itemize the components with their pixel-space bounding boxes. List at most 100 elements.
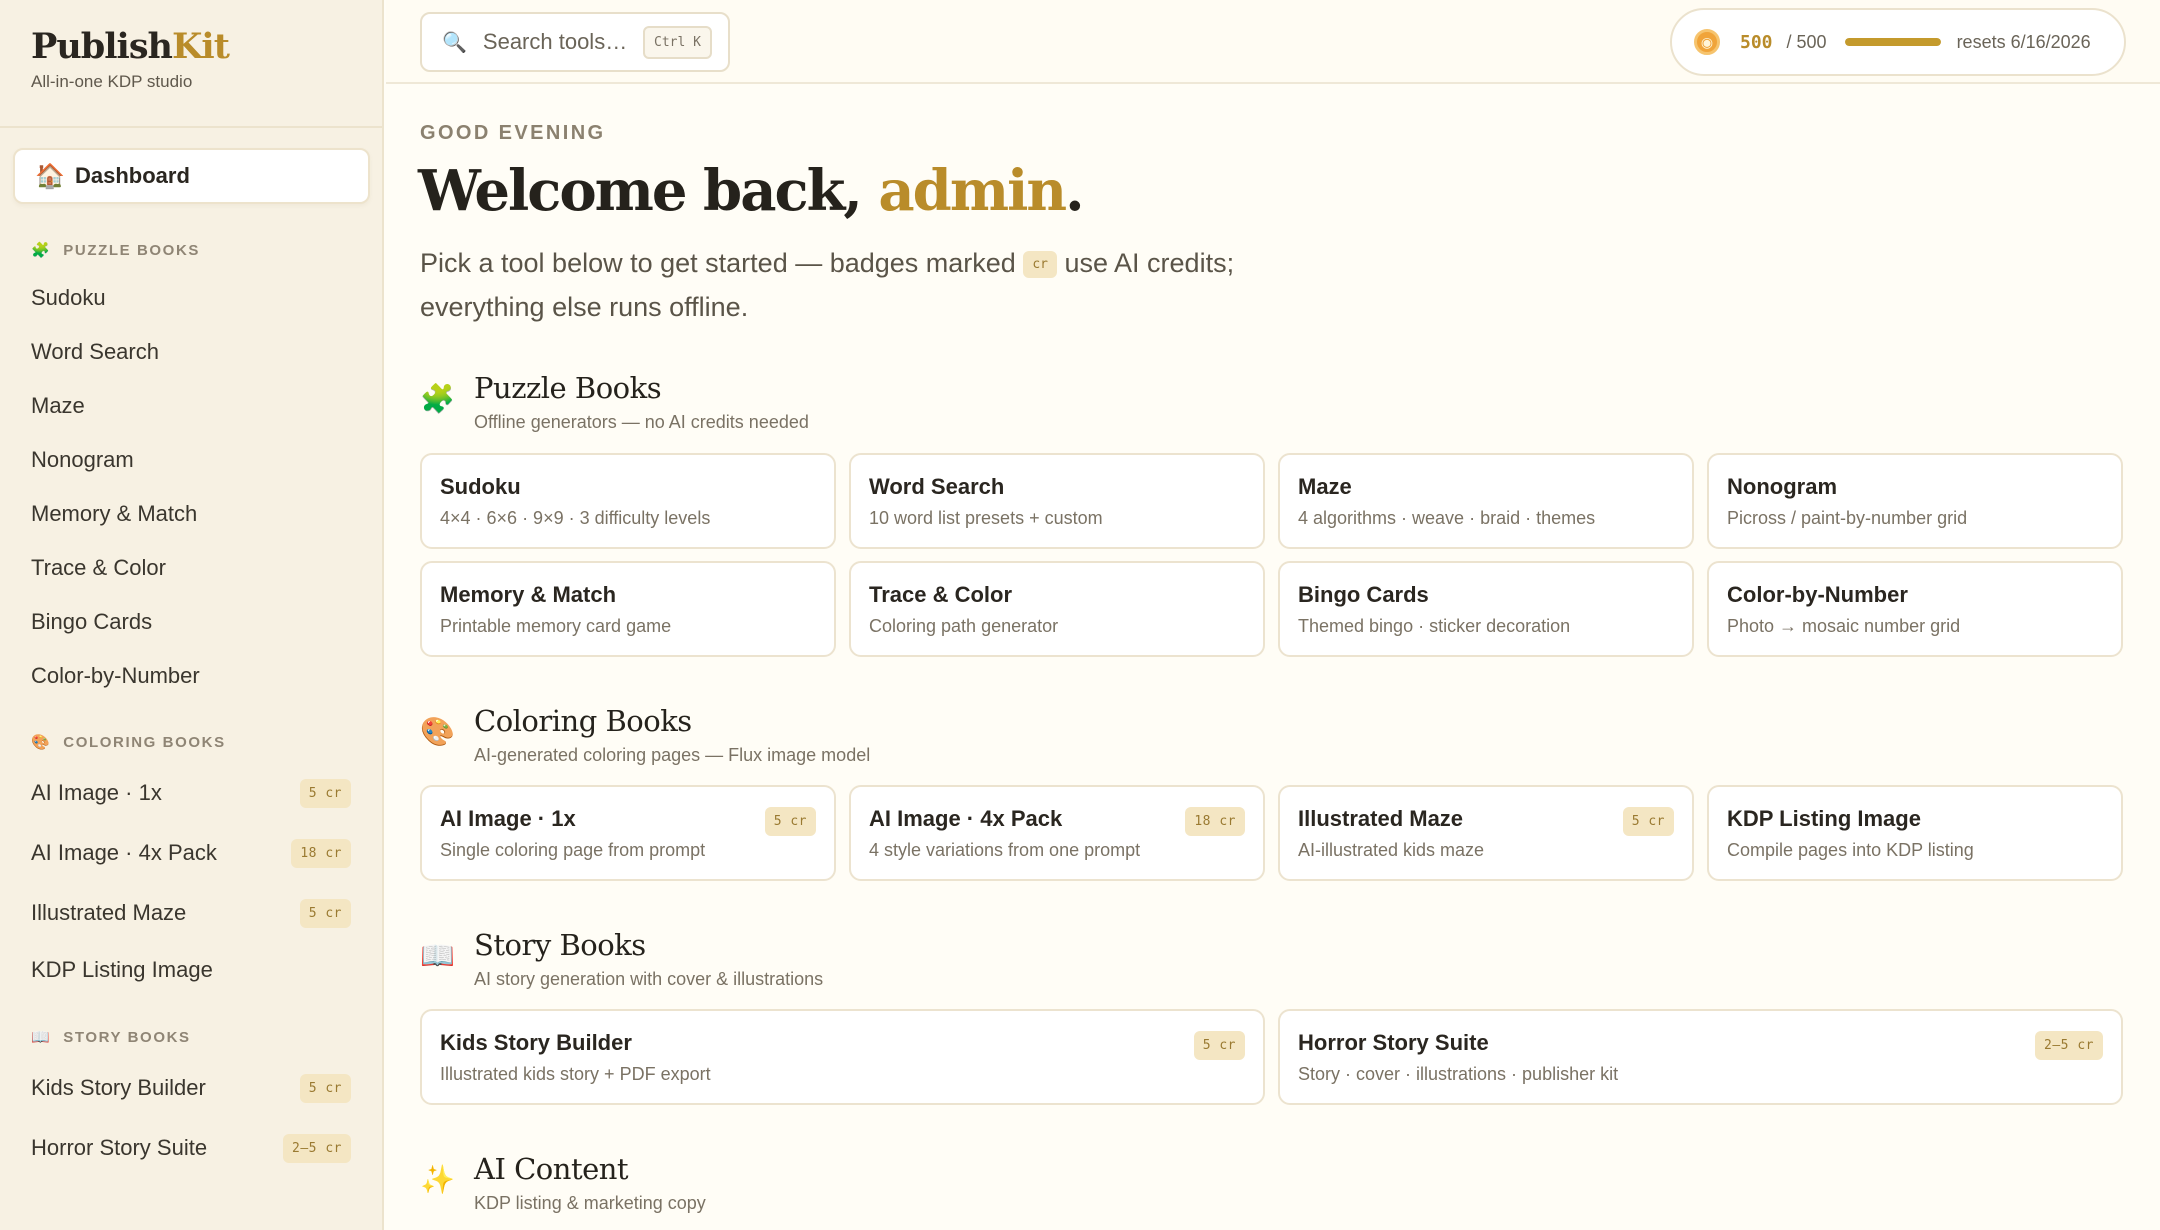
- tool-card-desc: Printable memory card game: [440, 616, 672, 636]
- tool-card-title: Trace & Color: [869, 582, 1013, 607]
- tool-card-title: Kids Story Builder: [440, 1030, 632, 1055]
- sidebar-item-kids-story-builder[interactable]: Kids Story Builder 5 cr: [31, 1068, 351, 1108]
- sidebar-item-nonogram[interactable]: Nonogram: [31, 440, 351, 480]
- credits-meter[interactable]: ◉ 500 / 500 resets 6/16/2026: [1670, 8, 2126, 76]
- tool-card-desc: 4 algorithms · weave · braid · themes: [1298, 508, 1596, 528]
- credit-badge: 18 cr: [1185, 807, 1245, 836]
- tool-card-desc: Illustrated kids story + PDF export: [440, 1064, 711, 1084]
- tool-card-title: Word Search: [869, 474, 1005, 499]
- section-title: Story Books: [474, 928, 646, 962]
- sidebar-item-word-search[interactable]: Word Search: [31, 332, 351, 372]
- sidebar-item-bingo-cards[interactable]: Bingo Cards: [31, 602, 351, 642]
- tool-card-desc: Picross / paint-by-number grid: [1727, 508, 1968, 528]
- sidebar-item-label: Bingo Cards: [31, 609, 153, 634]
- search-icon: 🔍: [442, 31, 467, 54]
- coin-icon: ◉: [1694, 29, 1720, 55]
- brand: PublishKit All-in-one KDP studio: [0, 0, 382, 128]
- sidebar-item-label: Memory & Match: [31, 501, 198, 526]
- tool-card-desc: Story · cover · illustrations · publishe…: [1298, 1064, 1619, 1084]
- tool-card-horror-story-suite[interactable]: Horror Story Suite Story · cover · illust…: [1278, 1009, 2123, 1105]
- credits-progress-bar: [1844, 38, 1941, 46]
- sidebar-item-trace-color[interactable]: Trace & Color: [31, 548, 351, 588]
- puzzle-icon: 🧩: [420, 383, 455, 414]
- sparkles-icon: ✨: [420, 1164, 455, 1195]
- search-box[interactable]: 🔍 Search tools… Ctrl K: [420, 12, 730, 72]
- sidebar-section-label: COLORING BOOKS: [63, 733, 226, 751]
- sidebar-item-kdp-listing-image[interactable]: KDP Listing Image: [31, 950, 351, 990]
- tool-card-kids-story-builder[interactable]: Kids Story Builder Illustrated kids story…: [420, 1009, 1265, 1105]
- sidebar-item-label: Nonogram: [31, 447, 134, 472]
- tool-card-desc: 4 style variations from one prompt: [869, 840, 1141, 860]
- section-title: AI Content: [474, 1152, 629, 1186]
- sidebar-item-memory-match[interactable]: Memory & Match: [31, 494, 351, 534]
- sidebar-item-ai-image-4x-pack[interactable]: AI Image · 4x Pack 18 cr: [31, 833, 351, 873]
- section-title: Puzzle Books: [474, 371, 662, 405]
- credits-total: / 500: [1786, 31, 1827, 52]
- sidebar-item-sudoku[interactable]: Sudoku: [31, 278, 351, 318]
- tool-card-word-search[interactable]: Word Search 10 word list presets + custom: [849, 453, 1265, 549]
- page-title: Welcome back, admin.: [418, 158, 1085, 224]
- greeting: GOOD EVENING: [420, 122, 606, 144]
- tool-card-title: Memory & Match: [440, 582, 617, 607]
- credit-badge: 2–5 cr: [283, 1133, 351, 1163]
- sidebar-item-label: Word Search: [31, 339, 159, 364]
- tool-card-title: Maze: [1298, 474, 1352, 499]
- sidebar-item-label: Sudoku: [31, 285, 106, 310]
- credit-badge: 5 cr: [299, 898, 351, 928]
- tool-card-title: Bingo Cards: [1298, 582, 1429, 607]
- book-icon: 📖: [31, 1029, 52, 1046]
- tool-card-desc: Photo → mosaic number grid: [1727, 616, 1961, 636]
- sidebar-item-maze[interactable]: Maze: [31, 386, 351, 426]
- tool-card-kdp-listing-image[interactable]: KDP Listing Image Compile pages into KDP …: [1707, 785, 2123, 881]
- tool-card-memory-match[interactable]: Memory & Match Printable memory card game: [420, 561, 836, 657]
- tool-card-ai-image-1x[interactable]: AI Image · 1x Single coloring page from p…: [420, 785, 836, 881]
- tool-card-title: Nonogram: [1727, 474, 1837, 499]
- sidebar-item-label: Dashboard: [75, 163, 190, 188]
- sidebar-section-coloring-books: 🎨 COLORING BOOKS: [31, 733, 226, 752]
- credit-badge: 5 cr: [764, 807, 816, 836]
- tool-card-illustrated-maze[interactable]: Illustrated Maze AI-illustrated kids maze…: [1278, 785, 1694, 881]
- sidebar-item-label: Trace & Color: [31, 555, 166, 580]
- brand-name-a: Publish: [31, 26, 173, 67]
- sidebar-item-dashboard[interactable]: 🏠 Dashboard: [13, 148, 370, 204]
- tool-card-bingo-cards[interactable]: Bingo Cards Themed bingo · sticker decora…: [1278, 561, 1694, 657]
- sidebar-item-ai-image-1x[interactable]: AI Image · 1x 5 cr: [31, 773, 351, 813]
- welcome-suffix: .: [1065, 158, 1084, 224]
- sidebar-item-illustrated-maze[interactable]: Illustrated Maze 5 cr: [31, 893, 351, 933]
- tool-card-title: Sudoku: [440, 474, 521, 499]
- intro-part-a: Pick a tool below to get started — badge…: [420, 248, 1024, 278]
- credit-badge-example: cr: [1023, 250, 1057, 278]
- tool-card-nonogram[interactable]: Nonogram Picross / paint-by-number grid: [1707, 453, 2123, 549]
- sidebar-item-label: Kids Story Builder: [31, 1075, 206, 1100]
- credit-badge: 5 cr: [1193, 1031, 1245, 1060]
- palette-icon: 🎨: [420, 716, 455, 747]
- credit-badge: 5 cr: [299, 778, 351, 808]
- intro-text: Pick a tool below to get started — badge…: [420, 242, 1320, 328]
- credit-badge: 5 cr: [1622, 807, 1674, 836]
- sidebar-item-horror-story-suite[interactable]: Horror Story Suite 2–5 cr: [31, 1128, 351, 1168]
- tool-card-title: Color-by-Number: [1727, 582, 1908, 607]
- brand-logo[interactable]: PublishKit: [31, 26, 351, 68]
- tool-card-ai-image-4x-pack[interactable]: AI Image · 4x Pack 4 style variations fro…: [849, 785, 1265, 881]
- credits-reset-date: resets 6/16/2026: [1956, 31, 2091, 52]
- credit-badge: 18 cr: [291, 838, 351, 868]
- credit-badge: 2–5 cr: [2035, 1031, 2103, 1060]
- section-subtitle: KDP listing & marketing copy: [474, 1193, 706, 1213]
- puzzle-icon: 🧩: [31, 242, 52, 259]
- search-input[interactable]: Search tools…: [483, 29, 643, 55]
- tool-card-desc: Compile pages into KDP listing: [1727, 840, 1974, 860]
- tool-card-desc: Single coloring page from prompt: [440, 840, 706, 860]
- tool-card-sudoku[interactable]: Sudoku 4×4 · 6×6 · 9×9 · 3 difficulty lev…: [420, 453, 836, 549]
- section-subtitle: Offline generators — no AI credits neede…: [474, 412, 809, 432]
- tool-card-color-by-number[interactable]: Color-by-Number Photo → mosaic number gri…: [1707, 561, 2123, 657]
- credit-badge: 5 cr: [299, 1073, 351, 1103]
- tool-card-trace-color[interactable]: Trace & Color Coloring path generator: [849, 561, 1265, 657]
- sidebar-section-label: PUZZLE BOOKS: [63, 241, 200, 259]
- section-subtitle: AI-generated coloring pages — Flux image…: [474, 745, 871, 765]
- sidebar-item-label: Color-by-Number: [31, 663, 200, 688]
- username: admin: [878, 158, 1067, 224]
- sidebar-item-color-by-number[interactable]: Color-by-Number: [31, 656, 351, 696]
- sidebar-section-story-books: 📖 STORY BOOKS: [31, 1028, 191, 1047]
- tool-card-maze[interactable]: Maze 4 algorithms · weave · braid · theme…: [1278, 453, 1694, 549]
- book-icon: 📖: [420, 940, 455, 971]
